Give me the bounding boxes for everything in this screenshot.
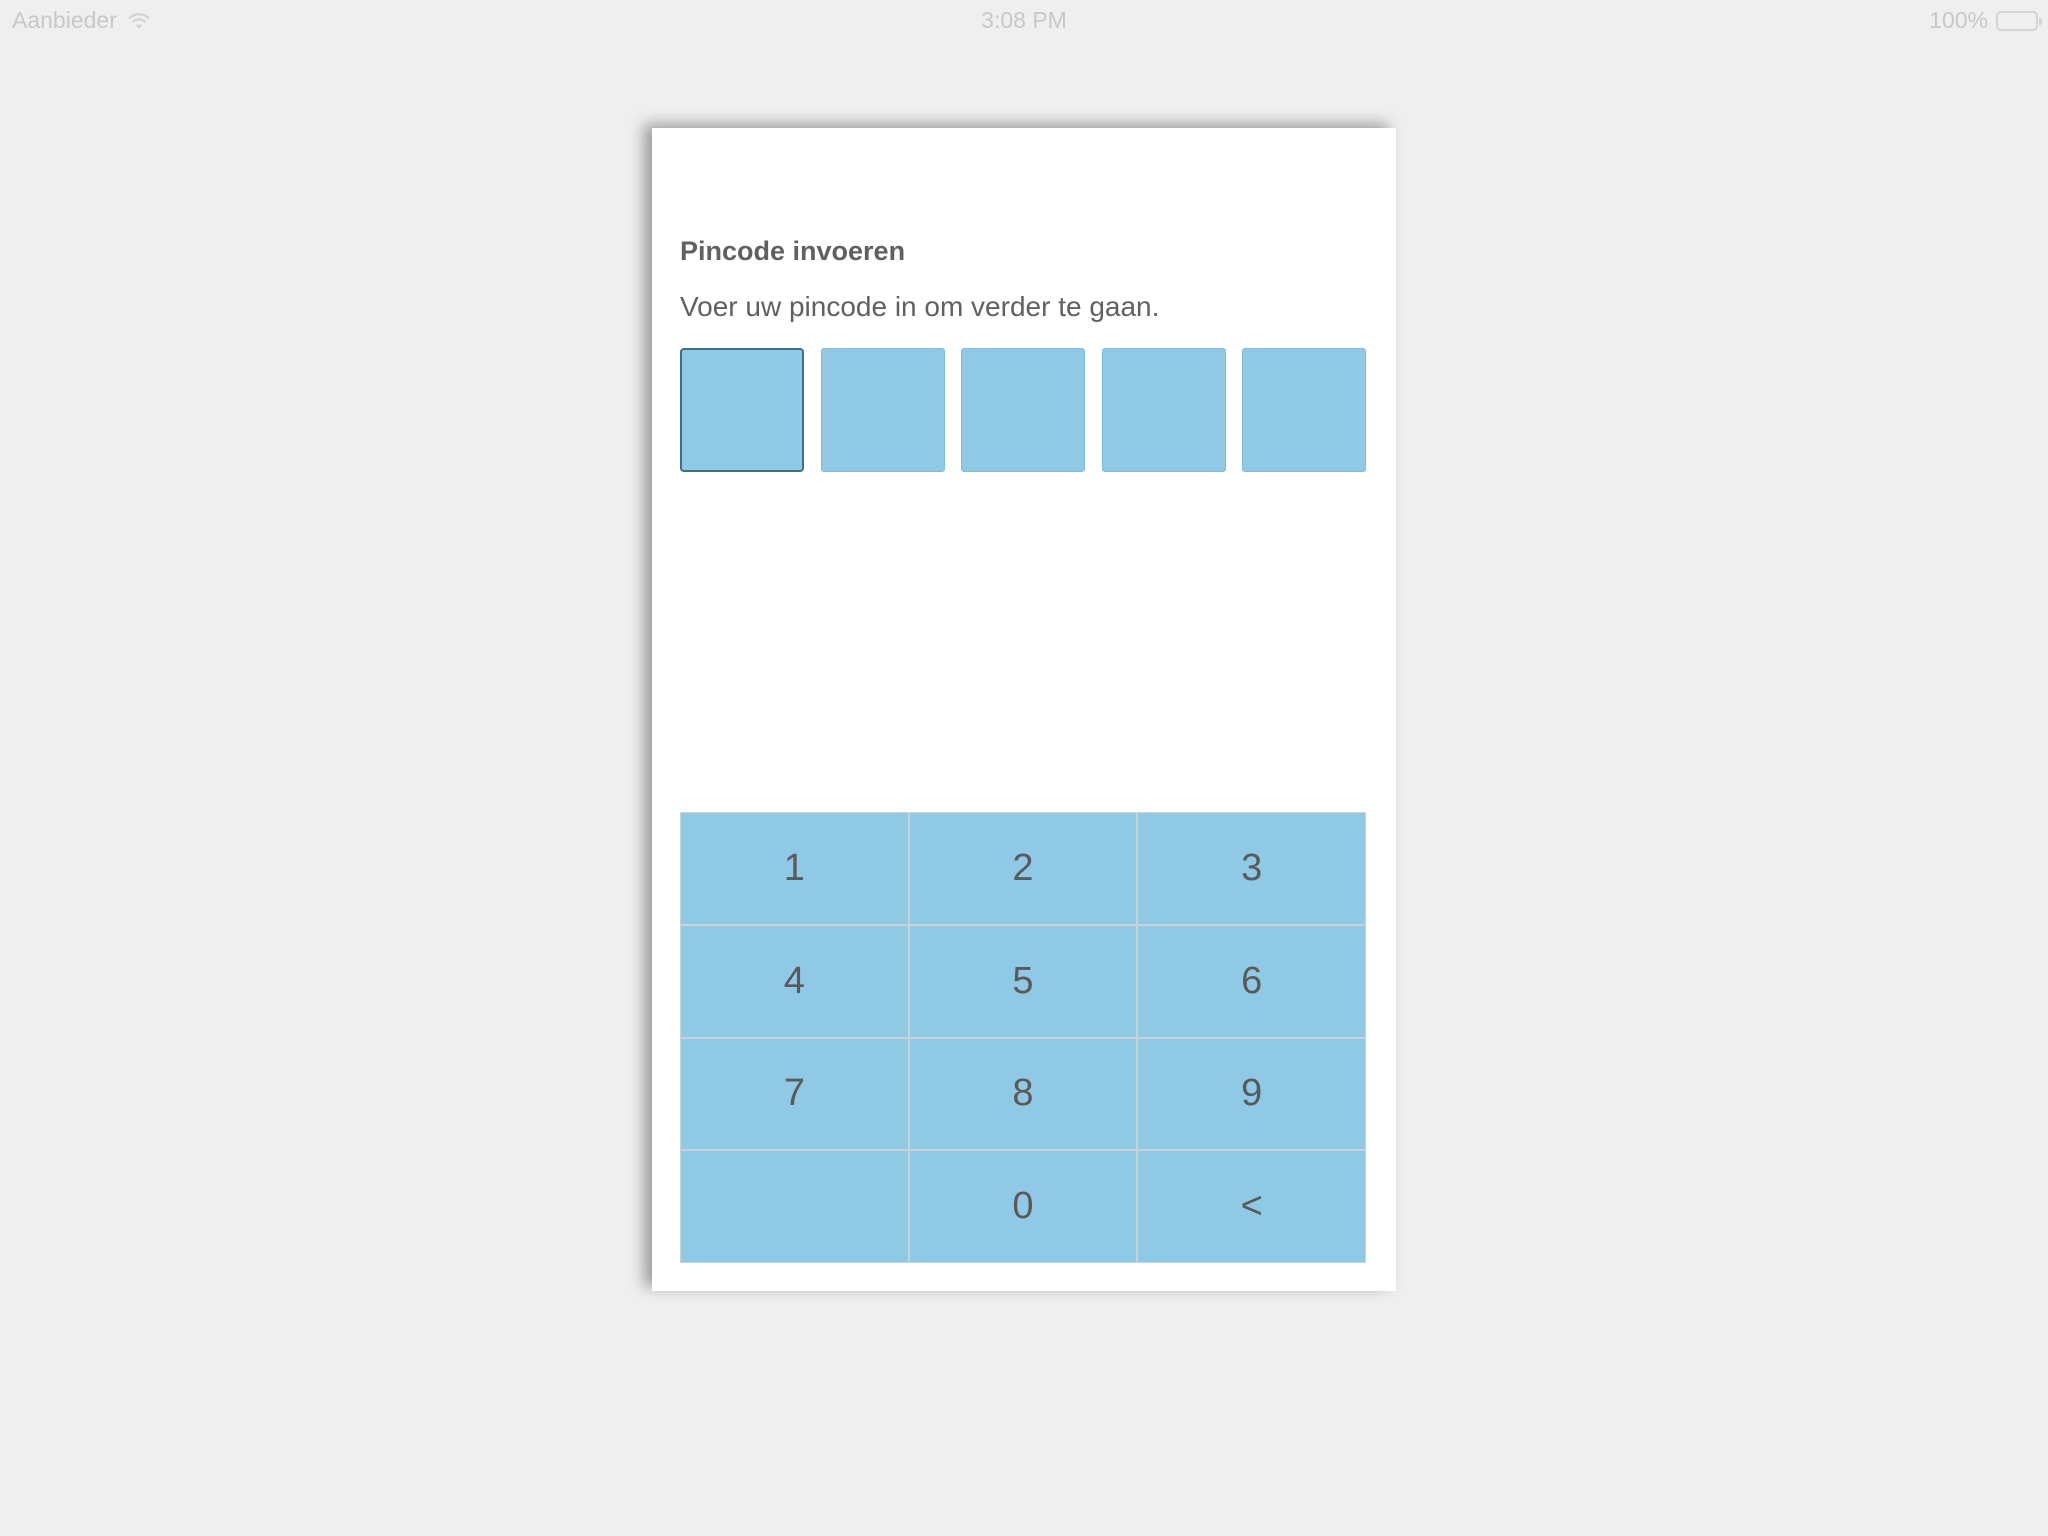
pin-digit-2[interactable] — [820, 348, 945, 472]
key-3[interactable]: 3 — [1138, 813, 1365, 924]
dialog-title: Pincode invoeren — [680, 236, 906, 266]
key-1[interactable]: 1 — [681, 813, 908, 924]
clock: 3:08 PM — [981, 7, 1067, 33]
key-8[interactable]: 8 — [909, 1038, 1137, 1150]
key-5[interactable]: 5 — [909, 925, 1137, 1037]
battery-area: 100% — [1929, 7, 2042, 34]
pin-digit-1[interactable] — [680, 348, 804, 472]
key-2[interactable]: 2 — [909, 813, 1137, 924]
numeric-keypad: 1 2 3 4 5 6 7 8 9 0 < — [680, 812, 1366, 1263]
backspace-key[interactable]: < — [1138, 1151, 1365, 1262]
status-bar: Aanbieder 3:08 PM 100% — [0, 0, 2048, 42]
pin-input-row — [680, 348, 1366, 472]
battery-icon — [1996, 10, 2042, 31]
pin-dialog: Pincode invoeren Voer uw pincode in om v… — [652, 128, 1396, 1291]
key-6[interactable]: 6 — [1138, 925, 1365, 1037]
key-4[interactable]: 4 — [681, 925, 908, 1037]
pin-digit-4[interactable] — [1101, 348, 1226, 472]
battery-percentage: 100% — [1929, 7, 1988, 33]
dialog-instruction: Voer uw pincode in om verder te gaan. — [680, 291, 1160, 322]
pin-digit-3[interactable] — [961, 348, 1085, 472]
key-7[interactable]: 7 — [681, 1038, 908, 1150]
key-0[interactable]: 0 — [909, 1151, 1137, 1262]
pin-digit-5[interactable] — [1242, 348, 1366, 472]
key-empty — [681, 1151, 908, 1262]
key-9[interactable]: 9 — [1138, 1038, 1365, 1150]
